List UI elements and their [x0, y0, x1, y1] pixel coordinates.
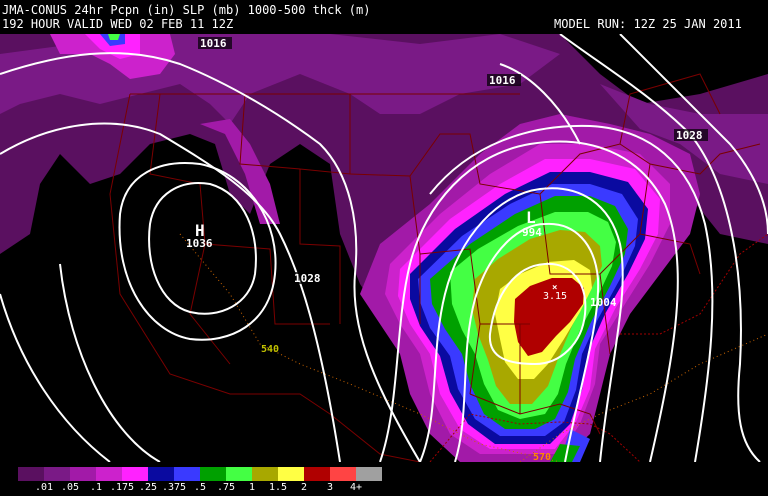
product-title: JMA-CONUS 24hr Pcpn (in) SLP (mb) 1000-5… — [2, 3, 371, 17]
legend-swatch — [122, 467, 148, 481]
legend-swatch — [18, 467, 44, 481]
legend-tick-label: 1.5 — [269, 482, 288, 493]
header-bar: JMA-CONUS 24hr Pcpn (in) SLP (mb) 1000-5… — [0, 0, 768, 34]
valid-time: 192 HOUR VALID WED 02 FEB 11 12Z — [2, 17, 234, 31]
legend-swatch — [174, 467, 200, 481]
legend-swatch — [304, 467, 330, 481]
legend-tick-label: .25 — [139, 482, 158, 493]
legend-tick-label: 1 — [249, 482, 256, 493]
isobar-label-1028-ne: 1028 — [676, 129, 703, 142]
thickness-label-540: 540 — [261, 344, 279, 355]
legend-swatch — [44, 467, 70, 481]
thickness-label-570: 570 — [533, 452, 551, 462]
legend-swatch — [96, 467, 122, 481]
legend-swatch — [148, 467, 174, 481]
legend-swatch — [226, 467, 252, 481]
legend-swatch — [356, 467, 382, 481]
low-symbol: L — [526, 208, 536, 227]
legend-swatch — [70, 467, 96, 481]
isobar-label-1016-n: 1016 — [489, 74, 516, 87]
legend-tick-label: .5 — [194, 482, 207, 493]
legend-tick-label: 4+ — [350, 482, 363, 493]
legend-tick-label: .1 — [90, 482, 103, 493]
legend-tick-label: .01 — [35, 482, 54, 493]
legend-swatch — [330, 467, 356, 481]
isobar-label-1004: 1004 — [590, 296, 617, 309]
legend-tick-label: .75 — [217, 482, 236, 493]
legend-swatch — [278, 467, 304, 481]
legend-swatch — [200, 467, 226, 481]
legend-tick-label: .175 — [110, 482, 135, 493]
max-precip-value: 3.15 — [543, 291, 567, 302]
legend-tick-label: .375 — [162, 482, 187, 493]
legend-tick-label: .05 — [61, 482, 80, 493]
legend-swatch — [252, 467, 278, 481]
isobar-label-1016-nw: 1016 — [200, 37, 227, 50]
low-value: 994 — [522, 226, 542, 239]
legend-tick-label: 2 — [301, 482, 308, 493]
legend-tick-label: 3 — [327, 482, 334, 493]
weather-map: 1016 1016 1028 1028 L 994 1004 H 1036 × … — [0, 34, 768, 462]
isobar-label-1028-w: 1028 — [294, 272, 321, 285]
high-value: 1036 — [186, 237, 213, 250]
model-run: MODEL RUN: 12Z 25 JAN 2011 — [554, 17, 742, 31]
